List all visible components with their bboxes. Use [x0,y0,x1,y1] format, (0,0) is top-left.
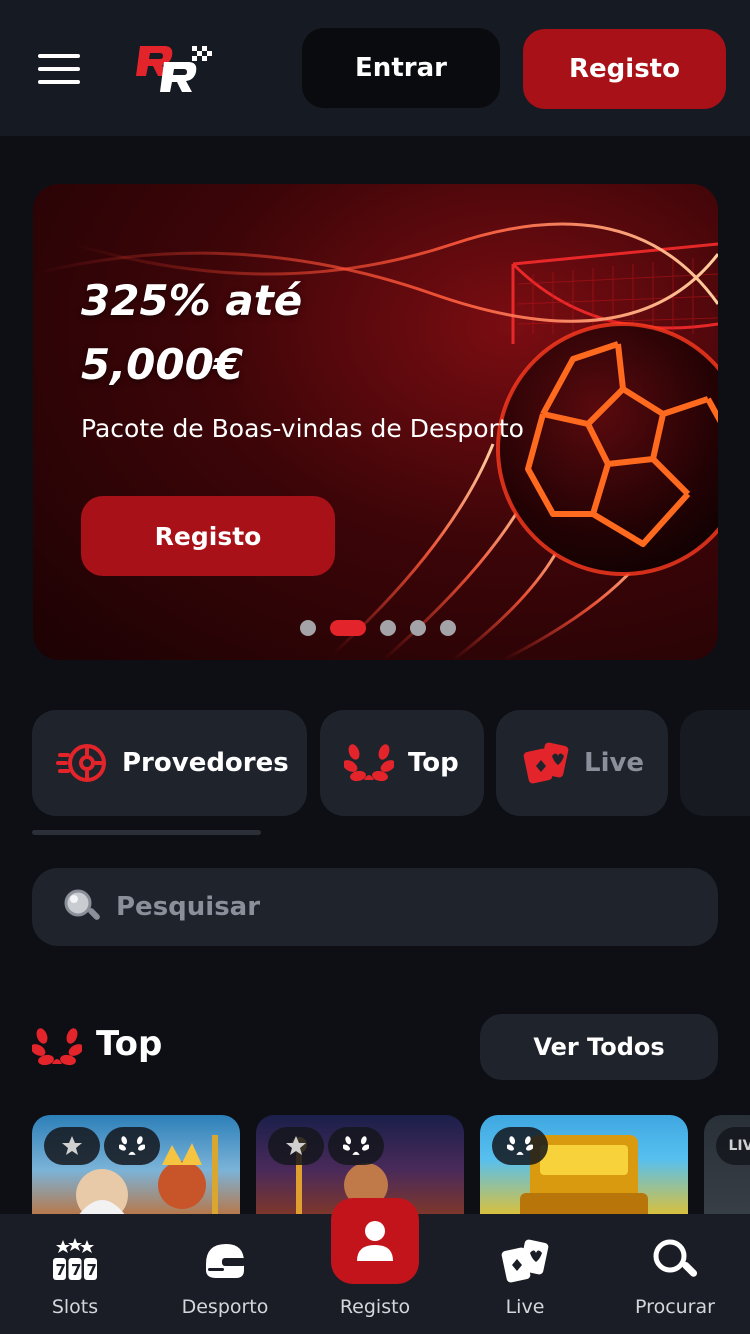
game-card[interactable]: LIV [704,1115,750,1225]
laurel-icon [507,1136,533,1155]
view-all-button[interactable]: Ver Todos [480,1014,718,1080]
search-icon [64,889,100,920]
nav-search[interactable]: Procurar [600,1214,750,1334]
category-top[interactable]: Top [320,710,484,816]
user-icon [357,1221,393,1261]
brand-logo[interactable] [130,40,216,98]
category-more-peek[interactable] [680,710,750,816]
live-badge: LIV [716,1127,750,1165]
banner-subtitle: Pacote de Boas-vindas de Desporto [81,414,524,443]
cards-icon [501,1239,549,1283]
game-card[interactable] [480,1115,688,1225]
nav-label: Slots [51,1296,99,1318]
drops-wins-icon [286,1136,306,1155]
category-label: Provedores [122,748,289,778]
carousel-dot[interactable] [410,620,426,636]
nav-label: Live [505,1296,545,1318]
live-badge-text: LIV [728,1138,750,1154]
carousel-dot[interactable] [380,620,396,636]
search-icon [653,1239,698,1277]
laurel-icon [32,1028,82,1066]
drops-wins-badge [44,1127,100,1165]
slot-777-icon: 777 [53,1238,97,1280]
nav-sports[interactable]: Desporto [150,1214,300,1334]
carousel-dot-active[interactable] [330,620,366,636]
top-game-badge [104,1127,160,1165]
drops-wins-badge [268,1127,324,1165]
category-label: Top [408,748,459,778]
bonus-amount-line1: 325% até [81,276,303,325]
svg-text:7: 7 [71,1261,81,1279]
nav-label: Procurar [635,1296,715,1318]
top-header: Entrar Registo [0,0,750,136]
cards-icon [523,742,569,784]
carousel-dot[interactable] [300,620,316,636]
nav-label: Registo [339,1296,411,1318]
carousel-dots [300,620,456,636]
drops-wins-icon [62,1136,82,1155]
carousel-dot[interactable] [440,620,456,636]
nav-live[interactable]: Live [450,1214,600,1334]
login-button[interactable]: Entrar [302,28,500,108]
bonus-amount-line2: 5,000€ [81,340,244,389]
helmet-icon [206,1244,246,1278]
category-providers[interactable]: Provedores [32,710,307,816]
speed-wheel-icon [56,744,106,782]
nav-label: Desporto [181,1296,269,1318]
laurel-icon [344,744,394,782]
category-scrollbar[interactable] [32,830,261,835]
banner-register-button[interactable]: Registo [81,496,335,576]
top-game-badge [328,1127,384,1165]
category-label: Live [584,748,645,778]
svg-text:7: 7 [56,1261,66,1279]
promo-banner[interactable]: 325% até 5,000€ Pacote de Boas-vindas de… [33,184,718,660]
section-title: Top [96,1024,163,1064]
search-input[interactable]: Pesquisar [32,868,718,946]
search-placeholder: Pesquisar [116,892,261,922]
category-live[interactable]: Live [496,710,668,816]
register-button[interactable]: Registo [523,29,726,109]
menu-icon[interactable] [38,52,82,86]
register-fab-button[interactable] [331,1198,419,1284]
svg-text:7: 7 [87,1261,97,1279]
nav-slots[interactable]: 777 Slots [0,1214,150,1334]
laurel-icon [119,1136,145,1155]
top-game-badge [492,1127,548,1165]
game-card[interactable] [32,1115,240,1225]
laurel-icon [343,1136,369,1155]
